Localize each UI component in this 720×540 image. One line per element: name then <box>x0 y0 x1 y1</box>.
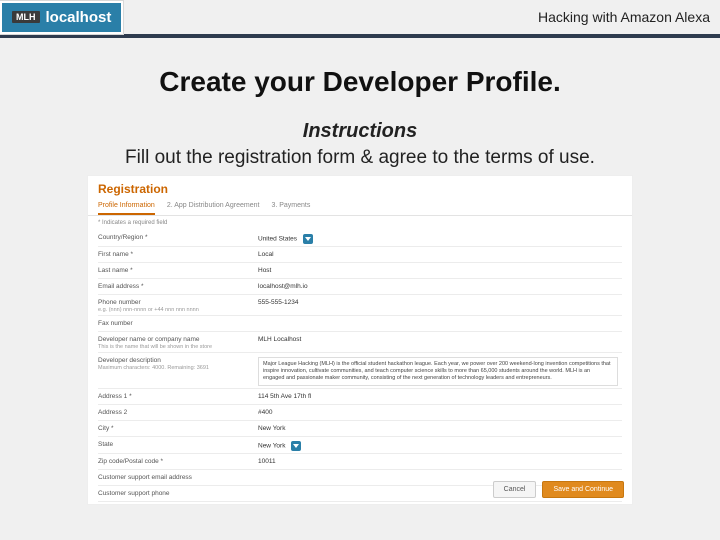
required-field-note: * Indicates a required field <box>88 216 632 230</box>
field-label: State <box>98 439 258 448</box>
field-label: City * <box>98 423 258 432</box>
form-row: Customer support website <box>98 502 622 505</box>
mlh-localhost-logo: MLH localhost <box>0 1 123 34</box>
field-label: Customer support phone <box>98 488 258 497</box>
form-row: Developer descriptionMaximum characters:… <box>98 353 622 389</box>
field-label: Customer support website <box>98 504 258 505</box>
field-value[interactable] <box>258 472 622 474</box>
tab-profile-information[interactable]: Profile Information <box>98 202 155 215</box>
form-row: Phone numbere.g. (nnn) nnn-nnnn or +44 n… <box>98 295 622 316</box>
field-value[interactable]: 555-555-1234 <box>258 297 622 306</box>
field-sublabel: Maximum characters: 4000. Remaining: 369… <box>98 365 258 371</box>
field-label: Address 1 * <box>98 391 258 400</box>
field-label: Last name * <box>98 265 258 274</box>
header-subtitle: Hacking with Amazon Alexa <box>538 9 710 25</box>
field-value[interactable] <box>258 504 622 505</box>
field-value[interactable]: New York <box>258 439 622 451</box>
slide-header: MLH localhost Hacking with Amazon Alexa <box>0 0 720 38</box>
dropdown-icon[interactable] <box>303 234 313 244</box>
form-row: Address 1 *114 5th Ave 17th fl <box>98 389 622 405</box>
form-row: First name *Local <box>98 247 622 263</box>
form-row: Zip code/Postal code *10011 <box>98 454 622 470</box>
instruction-text: Fill out the registration form & agree t… <box>0 147 720 169</box>
field-value[interactable]: United States <box>258 232 622 244</box>
form-row: City *New York <box>98 421 622 437</box>
dropdown-icon[interactable] <box>291 441 301 451</box>
field-sublabel: e.g. (nnn) nnn-nnnn or +44 nnn nnn nnnn <box>98 307 258 313</box>
tab-app-distribution-agreement[interactable]: 2. App Distribution Agreement <box>167 202 260 215</box>
form-row: Address 2#400 <box>98 405 622 421</box>
field-label: Country/Region * <box>98 232 258 241</box>
field-value[interactable]: MLH Localhost <box>258 334 622 343</box>
form-tabs: Profile Information 2. App Distribution … <box>88 198 632 216</box>
mlh-badge: MLH <box>12 11 40 23</box>
field-label: Email address * <box>98 281 258 290</box>
save-continue-button[interactable]: Save and Continue <box>542 481 624 498</box>
cancel-button[interactable]: Cancel <box>493 481 537 498</box>
instructions-heading: Instructions <box>0 120 720 143</box>
field-label: Address 2 <box>98 407 258 416</box>
field-label: Fax number <box>98 318 258 327</box>
field-label: Customer support email address <box>98 472 258 481</box>
form-heading: Registration <box>88 176 632 198</box>
field-sublabel: This is the name that will be shown in t… <box>98 344 258 350</box>
field-label: First name * <box>98 249 258 258</box>
description-textarea[interactable]: Major League Hacking (MLH) is the offici… <box>258 357 618 386</box>
form-row: Country/Region *United States <box>98 230 622 247</box>
tab-payments[interactable]: 3. Payments <box>271 202 310 215</box>
field-label: Phone numbere.g. (nnn) nnn-nnnn or +44 n… <box>98 297 258 313</box>
field-label: Developer descriptionMaximum characters:… <box>98 355 258 371</box>
field-label: Zip code/Postal code * <box>98 456 258 465</box>
field-value[interactable]: 114 5th Ave 17th fl <box>258 391 622 400</box>
field-value[interactable]: New York <box>258 423 622 432</box>
field-value[interactable]: localhost@mlh.io <box>258 281 622 290</box>
field-value[interactable]: Major League Hacking (MLH) is the offici… <box>258 355 622 386</box>
form-row: Developer name or company nameThis is th… <box>98 332 622 353</box>
field-label: Developer name or company nameThis is th… <box>98 334 258 350</box>
logo-text: localhost <box>46 9 112 26</box>
field-value[interactable] <box>258 318 622 320</box>
field-value[interactable]: #400 <box>258 407 622 416</box>
form-buttons: Cancel Save and Continue <box>493 481 624 498</box>
field-value[interactable]: Host <box>258 265 622 274</box>
field-value[interactable]: Local <box>258 249 622 258</box>
form-row: StateNew York <box>98 437 622 454</box>
page-title: Create your Developer Profile. <box>0 66 720 98</box>
field-value[interactable]: 10011 <box>258 456 622 465</box>
form-row: Last name *Host <box>98 263 622 279</box>
form-row: Fax number <box>98 316 622 332</box>
registration-form-screenshot: Registration Profile Information 2. App … <box>87 175 633 505</box>
form-row: Email address *localhost@mlh.io <box>98 279 622 295</box>
